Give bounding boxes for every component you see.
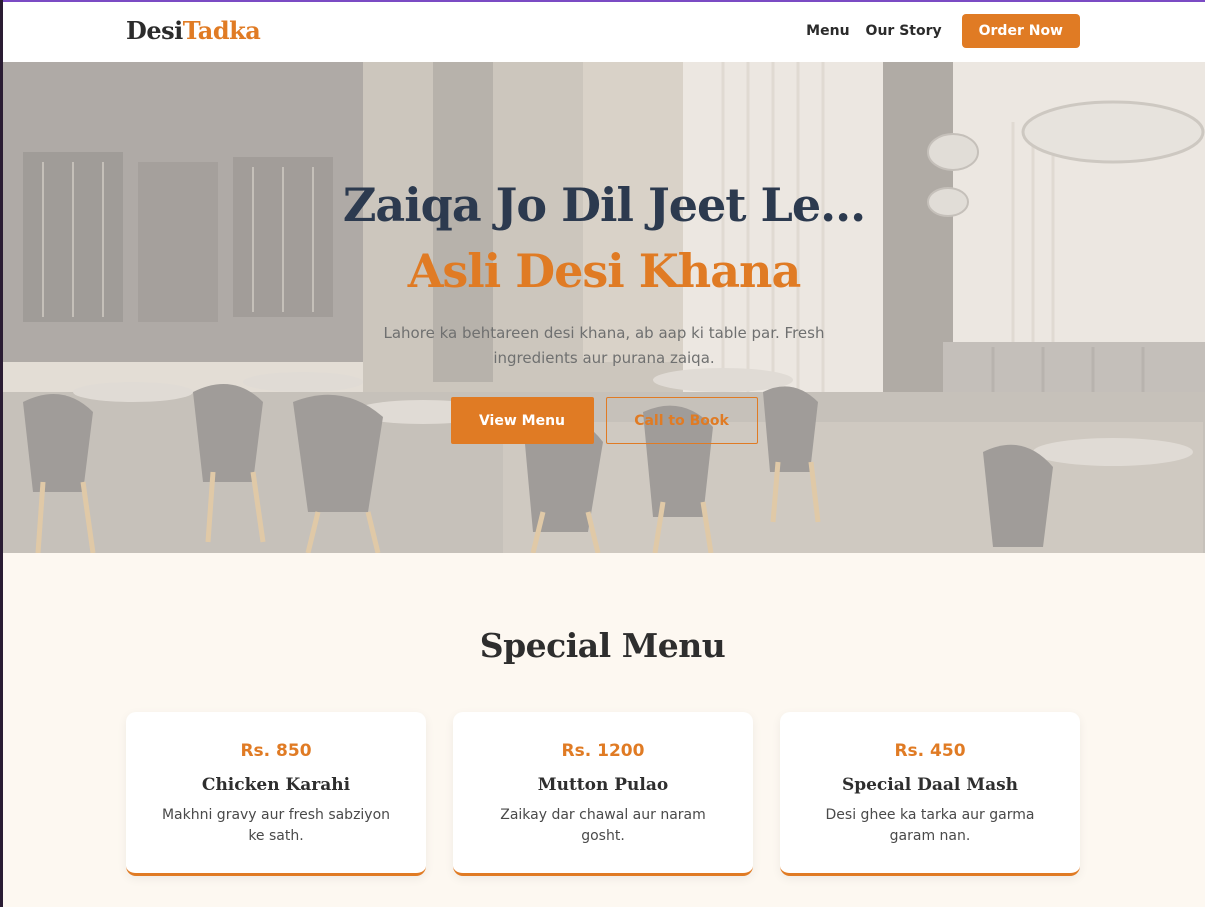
nav-links: Menu Our Story Order Now: [806, 14, 1080, 48]
menu-card-description: Zaikay dar chawal aur naram gosht.: [500, 807, 706, 844]
logo-accent: Tadka: [182, 16, 261, 45]
menu-card[interactable]: Rs. 1200 Mutton Pulao Zaikay dar chawal …: [453, 712, 753, 876]
menu-card[interactable]: Rs. 450 Special Daal Mash Desi ghee ka t…: [780, 712, 1080, 876]
logo-main: Desi: [126, 16, 183, 45]
nav-link-our-story[interactable]: Our Story: [866, 23, 942, 39]
menu-cards: Rs. 850 Chicken Karahi Makhni gravy aur …: [126, 712, 1080, 876]
hero-buttons: View Menu Call to Book: [3, 397, 1205, 444]
hero-content: Zaiqa Jo Dil Jeet Le... Asli Desi Khana …: [3, 62, 1205, 553]
order-now-button[interactable]: Order Now: [961, 14, 1080, 48]
navbar: DesiTadka Menu Our Story Order Now: [3, 2, 1205, 62]
hero-subtitle: Lahore ka behtareen desi khana, ab aap k…: [383, 324, 825, 367]
menu-card-description: Makhni gravy aur fresh sabziyon ke sath.: [161, 807, 391, 844]
menu-card-price: Rs. 1200: [561, 741, 645, 761]
menu-card-name: Chicken Karahi: [201, 775, 351, 795]
hero-section: Zaiqa Jo Dil Jeet Le... Asli Desi Khana …: [3, 62, 1205, 553]
call-to-book-button[interactable]: Call to Book: [605, 397, 758, 444]
menu-card-description: Desi ghee ka tarka aur garma garam nan.: [825, 807, 1035, 844]
menu-card-name: Mutton Pulao: [537, 775, 669, 795]
hero-title-accent: Asli Desi Khana: [407, 244, 802, 298]
special-menu-title: Special Menu: [479, 626, 726, 665]
view-menu-button[interactable]: View Menu: [450, 397, 594, 444]
menu-card-name: Special Daal Mash: [841, 775, 1019, 795]
menu-card-price: Rs. 850: [240, 741, 312, 761]
menu-card-price: Rs. 450: [894, 741, 966, 761]
menu-card[interactable]: Rs. 850 Chicken Karahi Makhni gravy aur …: [126, 712, 426, 876]
logo[interactable]: DesiTadka: [126, 16, 261, 45]
hero-title: Zaiqa Jo Dil Jeet Le...: [342, 178, 866, 232]
nav-link-menu[interactable]: Menu: [806, 23, 849, 39]
